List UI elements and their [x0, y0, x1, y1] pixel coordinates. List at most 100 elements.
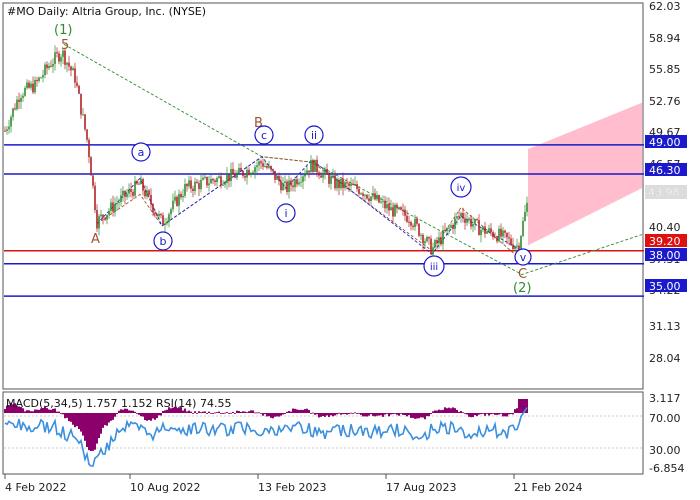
candle-body	[388, 204, 390, 211]
macd-bar	[374, 413, 376, 417]
macd-bar	[102, 413, 104, 428]
macd-bar	[392, 413, 394, 415]
current-price-label: 43.98	[648, 186, 680, 199]
candle-body	[286, 181, 288, 192]
macd-bar	[352, 413, 354, 414]
candle-body	[408, 221, 410, 223]
price-tick: 62.03	[649, 0, 681, 13]
candle-body	[302, 176, 304, 182]
macd-bar	[64, 413, 66, 419]
macd-bar	[166, 409, 168, 413]
level-label-49: 49.00	[649, 136, 681, 149]
candle-body	[476, 219, 478, 221]
macd-bar	[224, 412, 226, 414]
candle-body	[6, 129, 8, 131]
macd-bar	[334, 413, 336, 416]
candle-body	[398, 207, 400, 209]
macd-bar	[292, 408, 294, 413]
macd-bar	[360, 413, 362, 415]
macd-bar	[314, 413, 316, 415]
macd-bar	[266, 413, 268, 417]
macd-bar	[142, 413, 144, 417]
candle-body	[380, 201, 382, 203]
macd-bar	[394, 413, 396, 414]
date-tick: 10 Aug 2022	[130, 481, 200, 494]
candle-body	[498, 228, 500, 242]
macd-bar	[104, 413, 106, 426]
macd-bar	[302, 409, 304, 413]
candle-body	[410, 222, 412, 226]
macd-bar	[326, 413, 328, 416]
macd-bar	[404, 413, 406, 415]
candle-body	[170, 209, 172, 215]
candle-body	[468, 218, 470, 221]
candle-body	[502, 230, 504, 237]
macd-bar	[230, 412, 232, 414]
macd-bar	[74, 413, 76, 428]
macd-bar	[468, 413, 470, 417]
macd-bar	[308, 409, 310, 413]
macd-bar	[34, 409, 36, 413]
macd-bar	[336, 413, 338, 415]
macd-bar	[328, 413, 330, 417]
macd-bar	[462, 412, 464, 414]
candle-body	[82, 114, 84, 116]
macd-bar	[162, 411, 164, 413]
macd-bar	[186, 411, 188, 413]
wave-marker-ii: ii	[304, 125, 324, 145]
wave-label-intermediate-5: 5	[61, 38, 69, 53]
candle-body	[218, 176, 220, 179]
chart-symbol: #MO	[7, 5, 35, 18]
candle-body	[246, 169, 248, 178]
macd-bar	[412, 413, 414, 418]
macd-bar	[96, 413, 98, 444]
candle-body	[144, 190, 146, 197]
candle-body	[270, 166, 272, 170]
macd-bar	[222, 413, 224, 414]
macd-bar	[420, 413, 422, 418]
macd-bar	[192, 413, 194, 414]
candle-body	[364, 194, 366, 196]
macd-bar	[350, 412, 352, 414]
candle-body	[460, 213, 462, 217]
macd-bar	[438, 409, 440, 413]
candle-body	[40, 77, 42, 79]
macd-bar	[500, 413, 502, 414]
candle-body	[230, 168, 232, 182]
macd-bar	[364, 413, 366, 417]
macd-bar	[482, 413, 484, 414]
wave-marker-i: i	[276, 203, 296, 223]
candle-body	[244, 175, 246, 178]
macd-bar	[264, 413, 266, 415]
candle-body	[466, 220, 468, 223]
macd-bar	[218, 411, 220, 413]
candle-body	[216, 178, 218, 183]
wave-label-primary-1: (1)	[54, 23, 72, 38]
candle-body	[492, 232, 494, 238]
macd-bar	[92, 413, 94, 451]
macd-bar	[84, 413, 86, 441]
macd-bar	[114, 413, 116, 417]
macd-bar	[138, 413, 140, 415]
candle-body	[242, 170, 244, 176]
candle-body	[520, 235, 522, 249]
candle-body	[378, 195, 380, 203]
candle-body	[452, 225, 454, 229]
candle-body	[308, 170, 310, 173]
macd-bar	[470, 413, 472, 418]
macd-bar	[372, 413, 374, 416]
macd-bar	[274, 413, 276, 417]
candle-body	[30, 83, 32, 88]
candle-body	[434, 240, 436, 248]
candle-body	[152, 204, 154, 213]
wave-label-corr-A: A	[91, 232, 100, 247]
candle-body	[226, 174, 228, 184]
level-label-38: 38.00	[649, 249, 681, 262]
candle-body	[122, 190, 124, 196]
macd-bar	[160, 413, 162, 416]
candle-body	[284, 181, 286, 183]
candle-body	[180, 193, 182, 198]
macd-bar	[330, 413, 332, 416]
macd-bar	[214, 412, 216, 414]
candle-body	[70, 66, 72, 71]
